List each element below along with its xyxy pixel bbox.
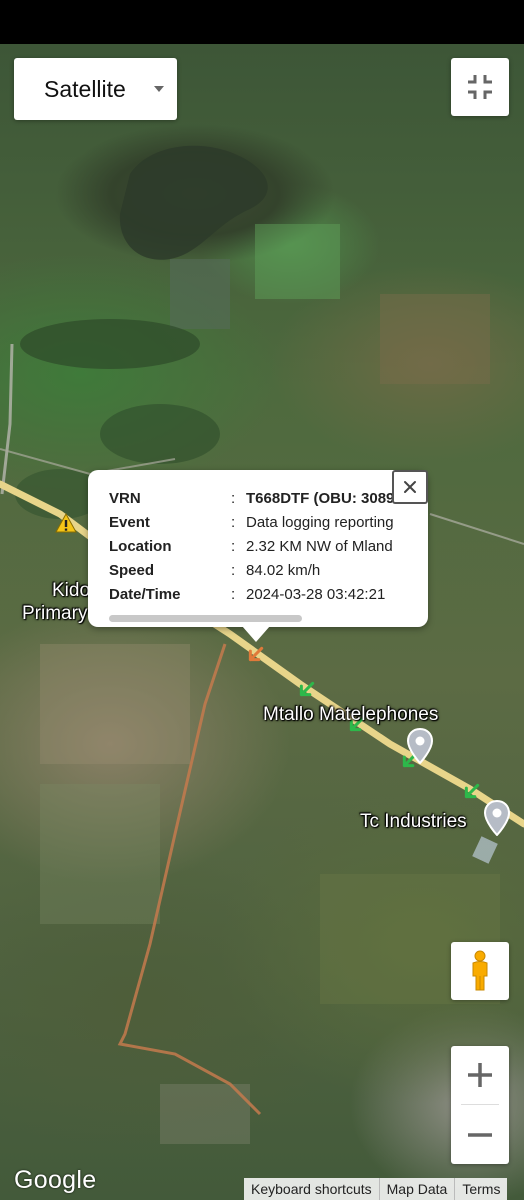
- info-key: VRN: [109, 490, 141, 507]
- map-type-label: Satellite: [44, 75, 126, 102]
- map-screen: Kido Primary Mtallo Matelephones Tc Indu…: [0, 0, 524, 1200]
- field-patch: [40, 644, 190, 764]
- info-key: Event: [109, 514, 150, 531]
- minus-icon: [468, 1133, 492, 1137]
- exit-fullscreen-icon: [468, 75, 492, 99]
- field-patch: [380, 294, 490, 384]
- map-type-dropdown[interactable]: Satellite: [14, 58, 177, 120]
- map-label-poi-2[interactable]: Tc Industries: [360, 811, 467, 833]
- pegman-icon: [472, 950, 488, 991]
- zoom-divider: [461, 1104, 499, 1105]
- gray-path: [0, 343, 14, 495]
- google-logo: Google: [14, 1166, 97, 1194]
- zoom-in-button[interactable]: [451, 1046, 509, 1104]
- info-colon: :: [231, 538, 236, 555]
- building: [472, 836, 498, 864]
- vehicle-info-window: VRN : T668DTF (OBU: 3089 Event : Data lo…: [88, 470, 428, 627]
- plus-icon: [468, 1063, 492, 1087]
- status-bar: [0, 0, 524, 44]
- info-row-speed: Speed : 84.02 km/h: [109, 560, 402, 584]
- info-key: Date/Time: [109, 586, 181, 603]
- map-label-school-line1: Kido: [52, 580, 91, 601]
- info-value: Data logging reporting: [246, 514, 394, 531]
- map-label-school-2: Primary: [22, 603, 87, 625]
- gray-path: [429, 513, 524, 545]
- info-value: 84.02 km/h: [246, 562, 321, 579]
- info-row-location: Location : 2.32 KM NW of Mland: [109, 536, 402, 560]
- info-value: 2.32 KM NW of Mland: [246, 538, 393, 555]
- field-patch: [40, 784, 160, 924]
- info-colon: :: [231, 586, 236, 603]
- close-info-button[interactable]: [392, 470, 428, 504]
- field-patch: [255, 224, 340, 299]
- map-label-school: Kido: [52, 580, 90, 602]
- info-window-tail: [242, 626, 270, 642]
- place-pin-icon[interactable]: [483, 799, 511, 837]
- map-label-poi-1[interactable]: Mtallo Matelephones: [263, 704, 438, 726]
- info-key: Location: [109, 538, 172, 555]
- map-label-school-line2: Primary: [22, 603, 88, 624]
- info-colon: :: [231, 514, 236, 531]
- field-patch: [170, 259, 230, 329]
- tree-cluster: [20, 319, 200, 369]
- info-colon: :: [231, 562, 236, 579]
- keyboard-shortcuts-link[interactable]: Keyboard shortcuts: [244, 1178, 379, 1200]
- close-icon: [404, 481, 416, 493]
- zoom-control: [451, 1046, 509, 1164]
- info-horizontal-scrollbar[interactable]: [109, 615, 302, 622]
- zoom-out-button[interactable]: [451, 1106, 509, 1164]
- info-row-event: Event : Data logging reporting: [109, 512, 402, 536]
- tree-cluster: [100, 404, 220, 464]
- info-colon: :: [231, 490, 236, 507]
- dropdown-caret-icon: [154, 86, 164, 92]
- place-pin-icon[interactable]: [406, 727, 434, 765]
- map-data-link[interactable]: Map Data: [378, 1178, 455, 1200]
- street-view-pegman-button[interactable]: [451, 942, 509, 1000]
- exit-fullscreen-button[interactable]: [451, 58, 509, 116]
- info-content: VRN : T668DTF (OBU: 3089 Event : Data lo…: [109, 488, 402, 612]
- info-key: Speed: [109, 562, 155, 579]
- attribution-bar: Keyboard shortcuts Map Data Terms: [244, 1178, 508, 1200]
- field-patch: [160, 1084, 250, 1144]
- pond: [119, 145, 268, 260]
- info-value: 2024-03-28 03:42:21: [246, 586, 386, 603]
- info-row-vrn: VRN : T668DTF (OBU: 3089: [109, 488, 402, 512]
- info-row-datetime: Date/Time : 2024-03-28 03:42:21: [109, 584, 402, 608]
- terms-link[interactable]: Terms: [454, 1178, 508, 1200]
- info-value: T668DTF (OBU: 3089: [246, 490, 395, 507]
